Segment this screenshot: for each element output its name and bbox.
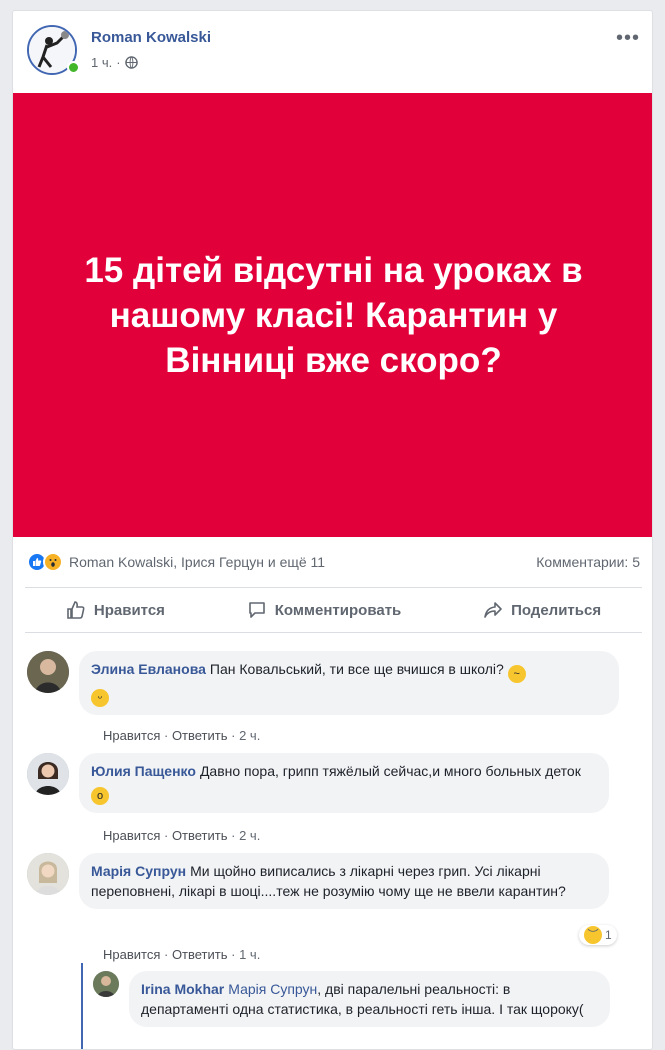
like-button[interactable]: Нравится	[66, 600, 165, 620]
globe-icon	[124, 56, 138, 69]
share-icon	[484, 602, 502, 618]
post-author-name[interactable]: Roman Kowalski	[91, 29, 211, 46]
sad-emoji-icon: ︶	[584, 926, 602, 944]
comment-reply-link[interactable]: Ответить	[172, 828, 228, 843]
reply-thread-line	[81, 963, 83, 1049]
reaction-icons[interactable]	[27, 552, 63, 572]
comment-text: Пан Ковальський, ти все ще вчишся в школ…	[209, 661, 504, 677]
comment-button-label: Комментировать	[274, 601, 402, 619]
reply-mention[interactable]: Марія Супрун	[228, 981, 317, 997]
comment-author[interactable]: Элина Евланова	[91, 661, 206, 677]
comment-reply-link[interactable]: Ответить	[172, 947, 228, 962]
post-image-text: 15 дітей відсутні на уроках в нашому кла…	[84, 250, 583, 380]
like-button-label: Нравится	[93, 601, 165, 619]
post-meta: 1 ч. ·	[91, 55, 138, 70]
confused-emoji-icon: ~	[507, 665, 526, 683]
more-options-icon[interactable]: •••	[616, 27, 640, 50]
comment-actions: Нравится · Ответить · 1 ч.	[103, 947, 261, 962]
comment-reaction-count: 1	[605, 928, 612, 942]
thumbs-up-icon	[67, 601, 85, 619]
astonished-emoji-icon: o	[91, 787, 109, 805]
post-actions: Нравится Комментировать Поделиться	[25, 587, 642, 633]
comment-like-link[interactable]: Нравится	[103, 947, 160, 962]
share-button-label: Поделиться	[511, 601, 602, 619]
comment-actions: Нравится · Ответить · 2 ч.	[103, 728, 261, 743]
post-card: Roman Kowalski 1 ч. · ••• 15 дітей відсу…	[12, 10, 653, 1050]
reply-bubble: Irina Mokhar Марія Супрун, дві паралельні…	[129, 971, 610, 1027]
commenter-avatar[interactable]	[27, 651, 69, 693]
post-header: Roman Kowalski 1 ч. · •••	[13, 11, 652, 93]
commenter-avatar[interactable]	[27, 753, 69, 795]
comment-button[interactable]: Комментировать	[247, 600, 402, 620]
comment-author[interactable]: Марія Супрун	[91, 863, 186, 879]
wow-reaction-icon	[43, 552, 63, 572]
reactions-names[interactable]: Roman Kowalski, Ірися Герцун и ещё 11	[69, 554, 536, 570]
comment-text: Давно пора, грипп тяжёлый сейчас,и много…	[199, 763, 581, 779]
comment-bubble: Элина Евланова Пан Ковальський, ти все ще…	[79, 651, 619, 715]
comment-reaction-badge[interactable]: ︶ 1	[579, 925, 617, 945]
comment-like-link[interactable]: Нравится	[103, 728, 160, 743]
meta-separator: ·	[116, 55, 121, 70]
grin-emoji-icon: ᵕ	[91, 689, 109, 707]
share-button[interactable]: Поделиться	[483, 600, 601, 620]
comment-author[interactable]: Юлия Пащенко	[91, 763, 196, 779]
comments-count[interactable]: Комментарии: 5	[536, 554, 640, 570]
comment-time[interactable]: 2 ч.	[239, 828, 260, 843]
comment-actions: Нравится · Ответить · 2 ч.	[103, 828, 261, 843]
post-image[interactable]: 15 дітей відсутні на уроках в нашому кла…	[13, 93, 652, 537]
comment-bubble: Марія Супрун Ми щойно виписались з лікарн…	[79, 853, 609, 909]
comment-time[interactable]: 1 ч.	[239, 947, 260, 962]
reply-author[interactable]: Irina Mokhar	[141, 981, 224, 997]
comment-bubble: Юлия Пащенко Давно пора, грипп тяжёлый се…	[79, 753, 609, 813]
comment-time[interactable]: 2 ч.	[239, 728, 260, 743]
commenter-avatar[interactable]	[27, 853, 69, 895]
online-status-icon	[67, 61, 80, 74]
comment-like-link[interactable]: Нравится	[103, 828, 160, 843]
comment-reply-link[interactable]: Ответить	[172, 728, 228, 743]
reply-author-avatar[interactable]	[93, 971, 119, 997]
comment-icon	[248, 602, 265, 618]
reactions-bar: Roman Kowalski, Ірися Герцун и ещё 11 Ко…	[13, 537, 652, 587]
post-time[interactable]: 1 ч.	[91, 55, 112, 70]
